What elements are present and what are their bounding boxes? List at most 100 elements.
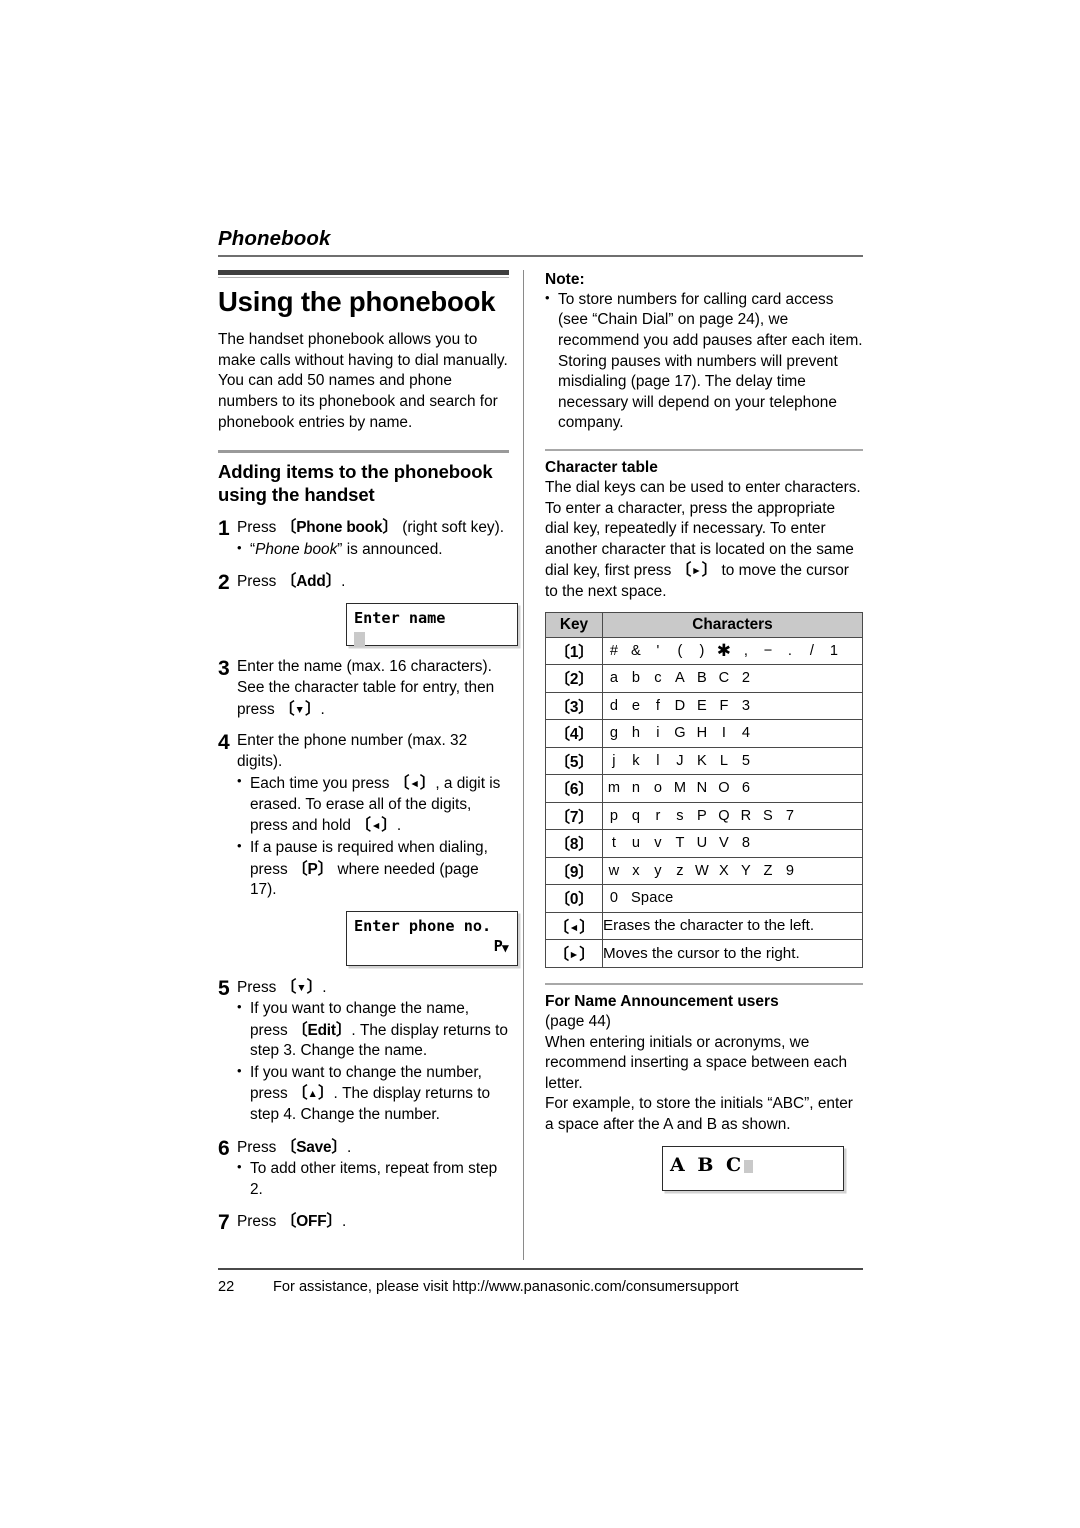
- character-glyph: J: [676, 752, 684, 769]
- character-glyph: K: [697, 752, 707, 769]
- step-1-text-after: (right soft key).: [397, 519, 504, 537]
- table-cell-key: 〔9〕: [545, 856, 603, 886]
- name-announcement-rule: [545, 982, 863, 985]
- character-glyph: 7: [785, 807, 795, 824]
- character-glyph: n: [631, 780, 641, 797]
- table-row: 〔2〕 a b c A B C 2: [545, 664, 863, 693]
- character-glyph: u: [631, 835, 641, 852]
- step-5: 5 Press 〔▼〕. If you want to change the n…: [218, 977, 509, 1126]
- character-glyph: C: [718, 670, 730, 687]
- character-glyph: o: [653, 780, 663, 797]
- intro-paragraph: The handset phonebook allows you to make…: [218, 331, 508, 431]
- character-glyph: i: [656, 725, 660, 742]
- key-left-arrow-2: 〔◄〕: [355, 817, 397, 835]
- step-6-text-after: .: [347, 1138, 352, 1156]
- character-glyph: Z: [763, 862, 773, 879]
- table-cell-characters: ghiGHI4: [602, 719, 863, 748]
- two-column-body: Using the phonebook The handset phoneboo…: [218, 269, 863, 1260]
- character-glyph: w: [608, 862, 620, 879]
- step-7-body: Press 〔OFF〕.: [237, 1211, 509, 1234]
- step-6-text-before: Press: [237, 1138, 281, 1156]
- key-up-arrow: 〔▲〕: [291, 1085, 334, 1103]
- table-cell-characters: jklJKL5: [602, 746, 863, 776]
- key-off: 〔OFF〕: [280, 1213, 343, 1231]
- step-1-bullets: “Phone book” is announced.: [237, 539, 509, 561]
- table-cell-key: 〔◄〕: [545, 911, 603, 941]
- step-6-bullets: To add other items, repeat from step 2.: [237, 1158, 509, 1200]
- lcd-abc-text: A B C: [670, 1154, 745, 1177]
- character-glyph: 2: [741, 670, 751, 687]
- list-item: “Phone book” is announced.: [237, 539, 509, 561]
- step-1: 1 Press 〔Phone book〕 (right soft key). “…: [218, 517, 509, 560]
- character-table-head: Key Characters: [545, 611, 863, 638]
- character-glyph: T: [675, 835, 685, 852]
- character-glyph: U: [696, 835, 708, 852]
- character-glyph: v: [654, 835, 662, 852]
- character-glyph: −: [763, 642, 773, 659]
- table-row: 〔◄〕 Erases the character to the left.: [545, 911, 863, 941]
- step-2-number: 2: [218, 571, 230, 595]
- table-cell-characters: # & ' () ✱, −. / 1: [602, 636, 863, 666]
- character-glyph: a: [609, 670, 619, 687]
- character-glyph: H: [696, 725, 708, 742]
- step-3: 3 Enter the name (max. 16 characters). S…: [218, 657, 509, 720]
- step-5-text-after: .: [322, 978, 327, 996]
- page-footer: 22 For assistance, please visit http://w…: [218, 1268, 863, 1295]
- list-item: If you want to change the number, press …: [237, 1062, 509, 1126]
- lcd-enter-phone: Enter phone no. P▼: [346, 910, 518, 966]
- character-glyph: 5: [741, 752, 751, 769]
- step-5-bullets: If you want to change the name, press 〔E…: [237, 998, 509, 1126]
- table-row: 〔3〕 d e f D E F 3: [545, 691, 863, 721]
- table-cell-description: Erases the character to the left.: [602, 911, 863, 941]
- step-4-text: Enter the phone number (max. 32 digits).: [237, 732, 468, 770]
- bullet-text-a: Each time you press: [250, 775, 394, 793]
- key-right-arrow: 〔►〕: [675, 562, 718, 580]
- key-add: 〔Add〕: [280, 573, 342, 591]
- lcd-enter-phone-line2: P▼: [354, 936, 510, 956]
- character-glyph: k: [632, 752, 640, 769]
- character-glyph: b: [631, 670, 641, 687]
- section-rule-heavy: [218, 269, 509, 275]
- key-pause: 〔P〕: [291, 860, 334, 878]
- step-4-bullets: Each time you press 〔◄〕, a digit is eras…: [237, 772, 509, 901]
- table-cell-key: 〔5〕: [545, 746, 603, 776]
- lcd-enter-name: Enter name: [346, 603, 518, 647]
- list-item: To store numbers for calling card access…: [545, 289, 863, 434]
- list-item: Each time you press 〔◄〕, a digit is eras…: [237, 772, 509, 837]
- running-head-rule: [218, 254, 863, 257]
- key-edit: 〔Edit〕: [291, 1021, 352, 1039]
- table-cell-characters: mnoMNO6: [602, 774, 863, 803]
- character-glyph: f: [655, 697, 661, 714]
- step-4-body: Enter the phone number (max. 32 digits).…: [237, 731, 509, 901]
- step-6-number: 6: [218, 1136, 230, 1160]
- character-glyph: q: [631, 807, 641, 824]
- table-row: 〔0〕 0 Space: [545, 884, 863, 913]
- step-5-body: Press 〔▼〕. If you want to change the nam…: [237, 977, 509, 1126]
- character-glyph: s: [676, 807, 684, 824]
- list-item: If a pause is required when dialing, pre…: [237, 837, 509, 901]
- character-glyph: r: [655, 807, 661, 824]
- table-cell-key: 〔6〕: [545, 774, 603, 803]
- character-glyph: ): [699, 642, 705, 659]
- key-phone-book: 〔Phone book〕: [280, 519, 398, 537]
- table-row: 〔6〕 m n o M N O 6: [545, 774, 863, 803]
- character-glyph: X: [719, 862, 729, 879]
- table-row: 〔4〕 g h i G H I 4: [545, 719, 863, 748]
- table-row: 〔9〕 w x y z W X Y Z 9: [545, 856, 863, 886]
- character-glyph: A: [675, 670, 685, 687]
- column-header-key: Key: [545, 611, 603, 638]
- character-table-rule: [545, 448, 863, 451]
- cursor-block-icon: [744, 1160, 754, 1174]
- cursor-block-icon: [354, 631, 365, 647]
- step-7-text-after: .: [342, 1213, 347, 1231]
- subsection-title: Adding items to the phonebook using the …: [218, 461, 493, 505]
- key-save: 〔Save〕: [280, 1138, 348, 1156]
- bullet-text-c: .: [396, 817, 402, 835]
- character-glyph: .: [787, 642, 793, 659]
- name-announcement-page-ref: (page 44): [545, 1012, 611, 1030]
- list-item: To add other items, repeat from step 2.: [237, 1158, 509, 1200]
- character-glyph: (: [677, 642, 683, 659]
- step-6-body: Press 〔Save〕. To add other items, repeat…: [237, 1137, 509, 1201]
- left-column: Using the phonebook The handset phoneboo…: [218, 269, 523, 1260]
- step-2: 2 Press 〔Add〕.: [218, 571, 509, 594]
